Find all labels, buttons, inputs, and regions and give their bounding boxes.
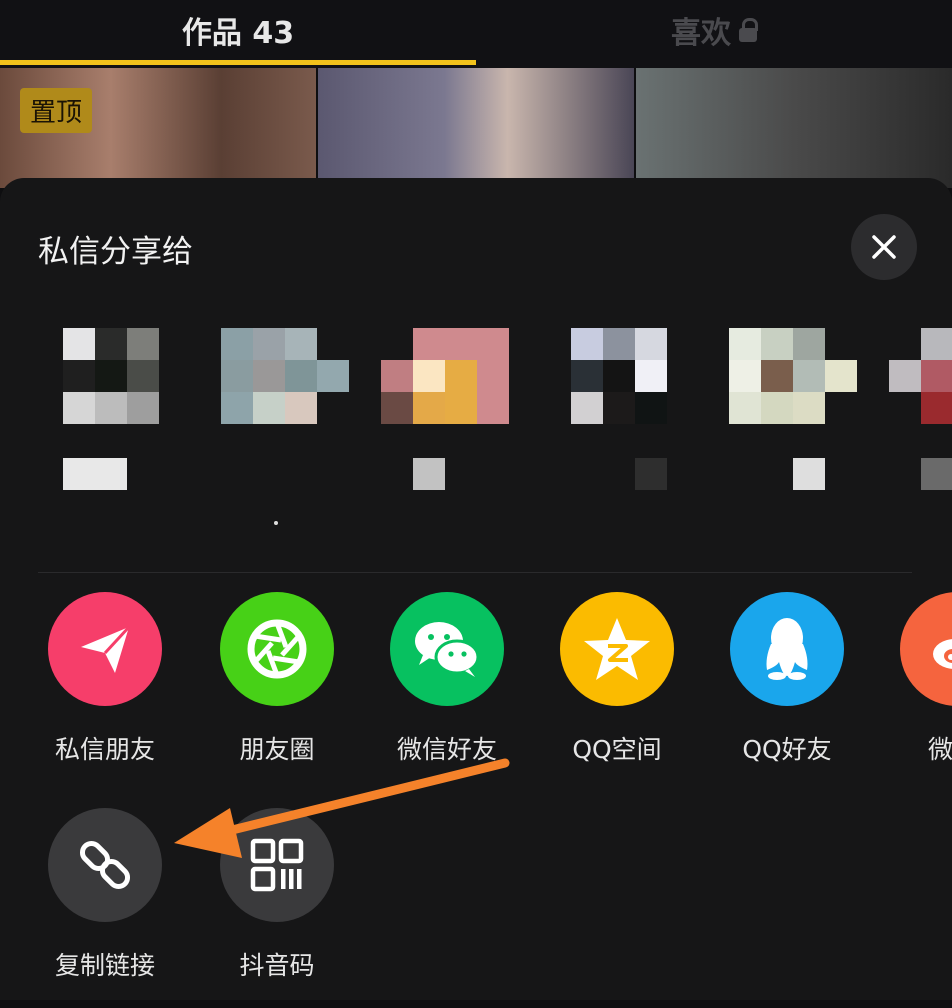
share-sheet-title: 私信分享给	[38, 234, 193, 270]
friends-row	[0, 328, 952, 528]
friend-contact[interactable]	[889, 328, 952, 508]
copy-link-button[interactable]: 复制链接	[24, 808, 184, 988]
tab-likes[interactable]: 喜欢	[476, 0, 952, 60]
tab-likes-label: 喜欢	[671, 16, 731, 51]
contact-name	[921, 458, 952, 490]
app-label: 私信朋友	[54, 735, 155, 764]
lock-icon	[739, 18, 758, 42]
link-icon	[48, 808, 162, 922]
avatar	[729, 328, 825, 424]
app-label: 复制链接	[54, 951, 155, 980]
contact-name	[635, 458, 667, 490]
avatar-fragment	[921, 392, 952, 424]
share-wechat-friend[interactable]: 微信好友	[366, 592, 526, 772]
friend-contact[interactable]	[221, 328, 351, 508]
qzone-star-icon	[560, 592, 674, 706]
avatar	[413, 328, 509, 424]
aperture-icon	[220, 592, 334, 706]
share-extras-row: 复制链接 抖音码	[0, 808, 952, 1008]
app-label: 朋友圈	[239, 735, 315, 764]
app-label: 微	[928, 735, 952, 764]
decorative-dot	[274, 521, 278, 525]
app-label: QQ空间	[572, 735, 662, 764]
friend-contact[interactable]	[63, 328, 193, 508]
contact-name	[63, 458, 127, 490]
share-sheet: 私信分享给 私信朋友 朋友圈 微信好友 QQ空间 QQ好友 微 复制链接 抖音码	[0, 178, 952, 1000]
avatar-fragment	[825, 360, 857, 392]
avatar-fragment	[921, 360, 952, 392]
douyin-code-button[interactable]: 抖音码	[196, 808, 356, 988]
contact-name	[413, 458, 445, 490]
avatar	[221, 328, 317, 424]
avatar	[571, 328, 667, 424]
share-weibo[interactable]: 微	[876, 592, 952, 772]
close-button[interactable]	[851, 214, 917, 280]
friend-contact[interactable]	[729, 328, 859, 508]
avatar-fragment	[889, 360, 921, 392]
qr-code-icon	[220, 808, 334, 922]
share-private-message[interactable]: 私信朋友	[24, 592, 184, 772]
pinned-badge: 置顶	[20, 88, 93, 133]
avatar-fragment	[921, 328, 952, 360]
tab-indicator	[0, 60, 476, 65]
avatar-fragment	[381, 392, 413, 424]
app-label: 微信好友	[396, 735, 497, 764]
weibo-icon	[900, 592, 952, 706]
avatar	[63, 328, 159, 424]
profile-tabs: 作品 43 喜欢	[0, 0, 952, 68]
tab-works-label: 作品 43	[181, 16, 295, 51]
tab-works[interactable]: 作品 43	[0, 0, 476, 60]
qq-penguin-icon	[730, 592, 844, 706]
video-thumbnail[interactable]: 置顶	[0, 68, 316, 188]
video-thumbnail[interactable]	[636, 68, 952, 188]
app-label: 抖音码	[239, 951, 315, 980]
app-label: QQ好友	[742, 735, 832, 764]
close-icon	[872, 235, 896, 259]
paper-plane-icon	[48, 592, 162, 706]
share-apps-row: 私信朋友 朋友圈 微信好友 QQ空间 QQ好友 微	[0, 592, 952, 792]
contact-name	[793, 458, 825, 490]
friend-contact[interactable]	[571, 328, 701, 508]
video-grid: 置顶	[0, 68, 952, 188]
divider	[38, 572, 912, 573]
wechat-icon	[390, 592, 504, 706]
share-qzone[interactable]: QQ空间	[536, 592, 696, 772]
avatar-fragment	[381, 360, 413, 392]
share-moments[interactable]: 朋友圈	[196, 592, 356, 772]
friend-contact[interactable]	[381, 328, 511, 508]
share-qq-friend[interactable]: QQ好友	[706, 592, 866, 772]
video-thumbnail[interactable]	[318, 68, 634, 188]
avatar-fragment	[317, 360, 349, 392]
